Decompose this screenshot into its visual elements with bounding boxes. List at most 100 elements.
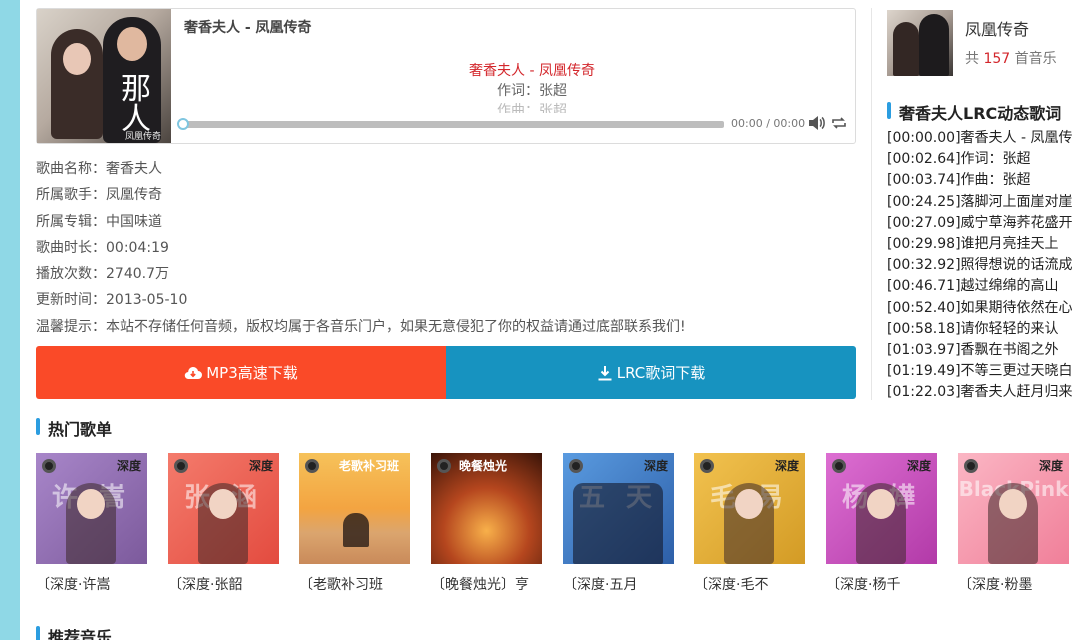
- playlist-item[interactable]: 晚餐烛光 〔晚餐烛光〕亨: [431, 453, 542, 594]
- playlist-name[interactable]: 〔深度·五月: [563, 574, 681, 594]
- cover-calligraphy: 那人: [121, 72, 151, 137]
- lyric-line: 作曲：张超: [497, 103, 567, 113]
- sidebar-divider: [871, 8, 872, 400]
- playlist-cover-person: [343, 513, 369, 547]
- disc-icon: [437, 459, 451, 473]
- playlist-name[interactable]: 〔深度·许嵩: [36, 574, 154, 594]
- time-display: 00:00 / 00:00: [731, 117, 806, 130]
- info-song-name: 歌曲名称：奢香夫人: [36, 161, 162, 177]
- playlist-badge: 深度: [643, 459, 668, 473]
- lrc-line: [00:24.25]落脚河上面崖对崖: [887, 193, 1073, 210]
- left-accent-bar: [0, 0, 20, 640]
- playlist-name[interactable]: 〔深度·毛不: [694, 574, 812, 594]
- playlist-cover[interactable]: 老歌补习班: [299, 453, 410, 564]
- player-title: 奢香夫人 - 凤凰传奇: [184, 20, 312, 36]
- playlist-item[interactable]: 深度 杨 嬅 〔深度·杨千: [826, 453, 937, 594]
- lyric-line: 作词：张超: [497, 83, 567, 99]
- mp3-download-button[interactable]: MP3高速下载: [36, 346, 446, 400]
- artist-thumbnail[interactable]: [887, 10, 953, 76]
- playlist-cover-person: [856, 483, 906, 564]
- disc-icon: [174, 459, 188, 473]
- main-content: 那人 凤凰传奇 奢香夫人 - 凤凰传奇 奢香夫人 - 凤凰传奇 作词：张超 作曲…: [36, 8, 856, 400]
- playlist-cover-person: [198, 483, 248, 564]
- playlist-item[interactable]: 深度 许 嵩 〔深度·许嵩: [36, 453, 147, 594]
- playlist-name[interactable]: 〔老歌补习班: [299, 574, 417, 594]
- lrc-line: [00:52.40]如果期待依然在心: [887, 299, 1073, 316]
- disc-icon: [700, 459, 714, 473]
- download-icon: [598, 365, 612, 381]
- playlist-cover-person: [988, 483, 1038, 564]
- playlist-cover-person: [724, 483, 774, 564]
- disc-icon: [569, 459, 583, 473]
- lrc-line: [01:19.49]不等三更过天晓白: [887, 363, 1073, 380]
- info-update-time: 更新时间：2013-05-10: [36, 292, 188, 309]
- album-cover: 那人 凤凰传奇: [37, 9, 171, 143]
- playlist-cover[interactable]: 深度 BlackPink: [958, 453, 1069, 564]
- playlist-name[interactable]: 〔深度·粉墨: [958, 574, 1070, 594]
- disc-icon: [832, 459, 846, 473]
- info-notice: 温馨提示：本站不存储任何音频，版权均属于各音乐门户，如果无意侵犯了你的权益请通过…: [36, 318, 686, 335]
- playlist-item[interactable]: 老歌补习班 〔老歌补习班: [299, 453, 410, 594]
- playlist-badge: 深度: [248, 459, 273, 473]
- disc-icon: [964, 459, 978, 473]
- playlist-item[interactable]: 深度 五 天 〔深度·五月: [563, 453, 674, 594]
- playlist-badge: 深度: [116, 459, 141, 473]
- lrc-heading: 奢香夫人LRC动态歌词: [887, 100, 1061, 124]
- playlist-cover[interactable]: 深度 张 涵: [168, 453, 279, 564]
- progress-handle[interactable]: [177, 118, 189, 130]
- cover-figure-female: [51, 29, 103, 139]
- lrc-download-button[interactable]: LRC歌词下载: [446, 346, 856, 400]
- playlist-cover[interactable]: 深度 杨 嬅: [826, 453, 937, 564]
- cloud-download-icon: [185, 366, 203, 379]
- info-album: 所属专辑：中国味道: [36, 213, 162, 230]
- lrc-line: [00:00.00]奢香夫人 - 凤凰传: [887, 130, 1073, 146]
- playlist-cover-person: [573, 483, 663, 564]
- lrc-line: [00:02.64]作词：张超: [887, 151, 1031, 168]
- audio-player: 那人 凤凰传奇 奢香夫人 - 凤凰传奇 奢香夫人 - 凤凰传奇 作词：张超 作曲…: [36, 8, 856, 144]
- download-buttons: MP3高速下载 LRC歌词下载: [36, 346, 856, 400]
- playlist-cover-person: [66, 483, 116, 564]
- volume-icon[interactable]: [808, 115, 826, 131]
- lrc-download-label: LRC歌词下载: [616, 364, 706, 383]
- playlist-name[interactable]: 〔深度·杨千: [826, 574, 944, 594]
- song-info: 歌曲名称：奢香夫人 所属歌手：凤凰传奇 所属专辑：中国味道 歌曲时长：00:04…: [36, 156, 856, 340]
- artist-song-count: 共 157 首音乐: [965, 51, 1057, 67]
- playlist-badge: 深度: [1038, 459, 1063, 473]
- playlist-badge: 深度: [774, 459, 799, 473]
- playlist-item[interactable]: 深度 BlackPink 〔深度·粉墨: [958, 453, 1069, 594]
- playlist-badge: 老歌补习班: [339, 459, 400, 473]
- lrc-line: [00:32.92]照得想说的话流成: [887, 257, 1073, 274]
- playlist-item[interactable]: 深度 张 涵 〔深度·张韶: [168, 453, 279, 594]
- artist-name[interactable]: 凤凰传奇: [965, 16, 1029, 40]
- playlist-cover[interactable]: 深度 五 天: [563, 453, 674, 564]
- cover-caption: 凤凰传奇: [125, 132, 162, 142]
- loop-icon[interactable]: [831, 116, 847, 130]
- playlist-name[interactable]: 〔深度·张韶: [168, 574, 286, 594]
- disc-icon: [305, 459, 319, 473]
- playlist-item[interactable]: 深度 毛 易 〔深度·毛不: [694, 453, 805, 594]
- lrc-line: [01:22.03]奢香夫人赶月归来: [887, 384, 1073, 400]
- playlist-cover[interactable]: 晚餐烛光: [431, 453, 542, 564]
- lrc-line: [00:03.74]作曲：张超: [887, 172, 1031, 189]
- lrc-line: [00:58.18]请你轻轻的来认: [887, 320, 1059, 337]
- playlist-name[interactable]: 〔晚餐烛光〕亨: [431, 574, 549, 594]
- hot-playlists-heading: 热门歌单: [36, 416, 112, 440]
- lrc-line: [01:03.97]香飘在书阁之外: [887, 342, 1059, 359]
- lyric-line-current: 奢香夫人 - 凤凰传奇: [469, 63, 595, 79]
- lrc-line: [00:27.09]威宁草海荞花盛开: [887, 214, 1073, 231]
- lrc-line: [00:46.71]越过绵绵的高山: [887, 278, 1059, 295]
- progress-bar[interactable]: [177, 118, 724, 130]
- info-duration: 歌曲时长：00:04:19: [36, 239, 169, 256]
- info-play-count: 播放次数：2740.7万: [36, 266, 169, 283]
- playlist-badge: 晚餐烛光: [459, 459, 508, 473]
- mp3-download-label: MP3高速下载: [206, 364, 298, 383]
- lrc-line: [00:29.98]谁把月亮挂天上: [887, 236, 1059, 253]
- playlist-cover[interactable]: 深度 许 嵩: [36, 453, 147, 564]
- info-artist: 所属歌手：凤凰传奇: [36, 187, 162, 204]
- lyrics-display: 奢香夫人 - 凤凰传奇 作词：张超 作曲：张超: [337, 61, 727, 113]
- playlist-badge: 深度: [906, 459, 931, 473]
- recommended-heading: 推荐音乐: [36, 624, 112, 640]
- playlist-cover[interactable]: 深度 毛 易: [694, 453, 805, 564]
- hot-playlists: 深度 许 嵩 〔深度·许嵩 深度 张 涵 〔深度·张韶 老歌补习班 〔老歌补习班…: [36, 453, 937, 603]
- disc-icon: [42, 459, 56, 473]
